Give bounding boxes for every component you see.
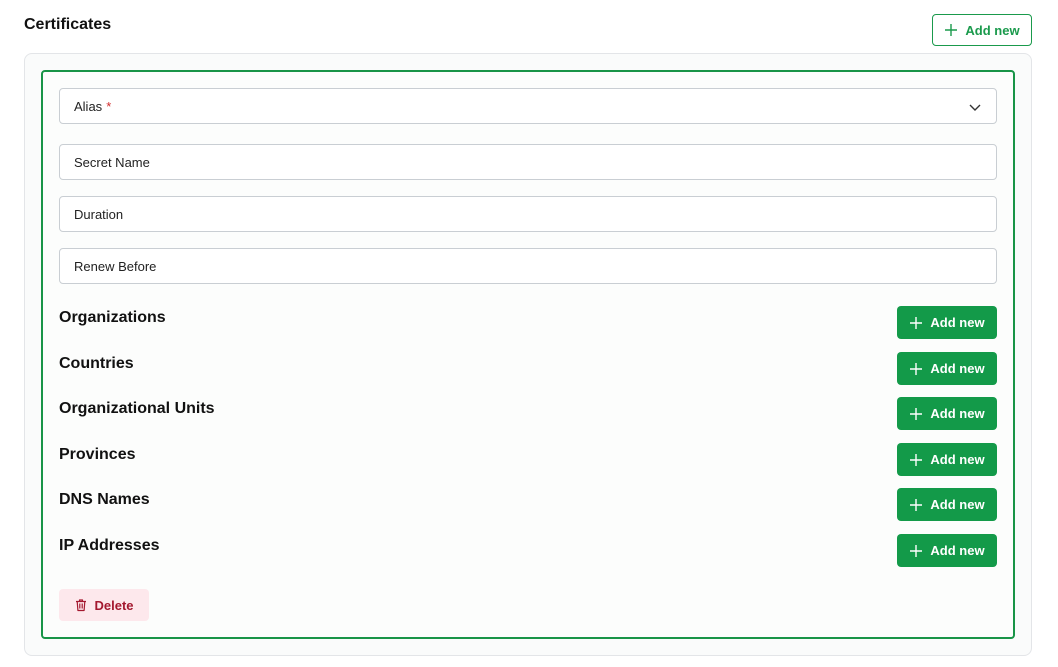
certificates-page: Certificates Add new Alias * Secret Name… [0, 0, 1058, 667]
plus-icon [910, 362, 923, 375]
add-organizational-unit-label: Add new [930, 406, 985, 421]
countries-label: Countries [59, 355, 134, 372]
add-ip-address-button[interactable]: Add new [897, 534, 997, 567]
duration-placeholder: Duration [74, 206, 124, 222]
plus-icon [910, 316, 923, 329]
add-certificate-label: Add new [965, 22, 1020, 38]
duration-input[interactable]: Duration [59, 196, 997, 232]
organizations-label: Organizations [59, 309, 166, 326]
organizational-units-label: Organizational Units [59, 400, 215, 417]
ip-addresses-label: IP Addresses [59, 537, 160, 554]
add-country-button[interactable]: Add new [897, 352, 997, 385]
add-organization-label: Add new [930, 315, 985, 330]
plus-icon [910, 407, 923, 420]
plus-icon [945, 24, 958, 36]
add-province-button[interactable]: Add new [897, 443, 997, 476]
plus-icon [910, 544, 923, 557]
plus-icon [910, 453, 923, 466]
alias-select[interactable]: Alias * [59, 88, 997, 124]
renew-before-input[interactable]: Renew Before [59, 248, 997, 284]
renew-before-placeholder: Renew Before [74, 258, 157, 274]
add-organization-button[interactable]: Add new [897, 306, 997, 339]
delete-button[interactable]: Delete [59, 589, 149, 621]
add-dns-name-label: Add new [930, 497, 985, 512]
secret-name-input[interactable]: Secret Name [59, 144, 997, 180]
dns-names-label: DNS Names [59, 491, 150, 508]
add-dns-name-button[interactable]: Add new [897, 488, 997, 521]
trash-icon [76, 599, 87, 612]
add-country-label: Add new [930, 361, 985, 376]
required-marker: * [106, 98, 112, 114]
section-title: Certificates [24, 16, 112, 33]
chevron-down-icon [969, 104, 981, 111]
add-certificate-button[interactable]: Add new [932, 14, 1032, 46]
add-ip-address-label: Add new [930, 543, 985, 558]
add-province-label: Add new [930, 452, 985, 467]
add-organizational-unit-button[interactable]: Add new [897, 397, 997, 430]
alias-label: Alias [74, 98, 103, 114]
secret-name-placeholder: Secret Name [74, 154, 150, 170]
delete-label: Delete [94, 597, 134, 613]
provinces-label: Provinces [59, 446, 136, 463]
plus-icon [910, 498, 923, 511]
